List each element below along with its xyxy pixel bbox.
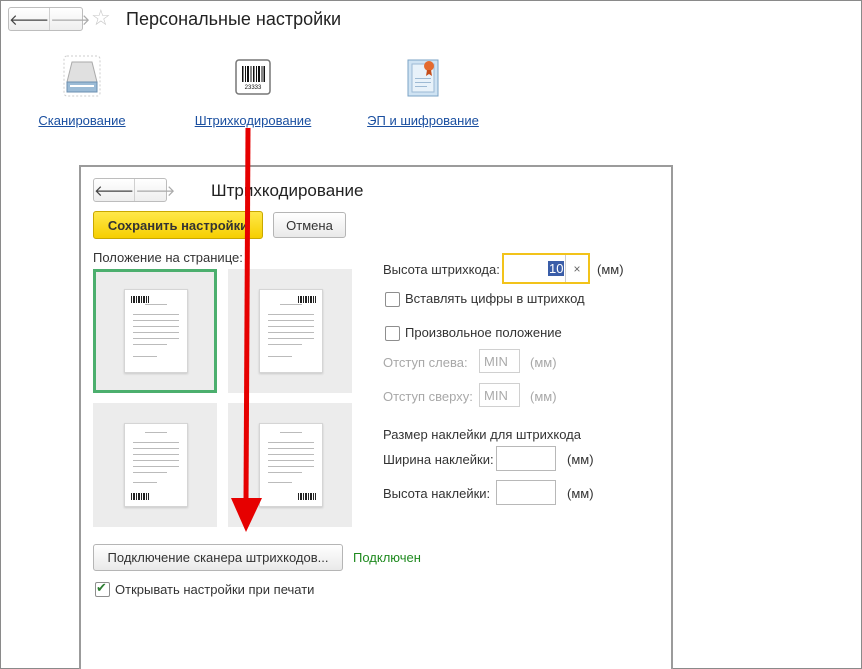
favorite-star-icon[interactable]: ☆	[91, 5, 111, 31]
insert-digits-label[interactable]: Вставлять цифры в штрихкод	[405, 291, 585, 306]
sticker-size-label: Размер наклейки для штрихкода	[383, 427, 581, 442]
window-title: Персональные настройки	[126, 9, 342, 29]
barcode-height-value: 10	[548, 261, 565, 276]
position-bottom-right[interactable]	[228, 403, 352, 527]
sticker-width-input[interactable]	[496, 446, 556, 471]
clear-icon[interactable]: ×	[565, 255, 588, 282]
cancel-button[interactable]: Отмена	[273, 212, 346, 238]
save-settings-button[interactable]: Сохранить настройки	[93, 211, 263, 239]
offset-top-input[interactable]: MIN	[479, 383, 520, 407]
barcode-icon: 23333	[235, 59, 271, 95]
free-position-checkbox[interactable]	[385, 326, 400, 341]
unit-mm-label: (мм)	[597, 262, 624, 277]
page-preview	[259, 289, 323, 373]
tile-scanning[interactable]: Сканирование	[12, 54, 152, 128]
position-top-left[interactable]	[93, 269, 217, 393]
barcode-icon-text: 23333	[245, 85, 262, 91]
dialog-title: Штрихкодирование	[211, 181, 364, 200]
sticker-width-label: Ширина наклейки:	[383, 452, 494, 467]
offset-left-input[interactable]: MIN	[479, 349, 520, 373]
sticker-height-input[interactable]	[496, 480, 556, 505]
forward-icon[interactable]: 🡒	[49, 8, 90, 30]
insert-digits-checkbox[interactable]	[385, 292, 400, 307]
tile-signature[interactable]: ЭП и шифрование	[353, 54, 493, 128]
barcode-height-input[interactable]: 10 ×	[502, 253, 590, 284]
tile-barcoding-link[interactable]: Штрихкодирование	[183, 113, 323, 128]
tile-signature-link[interactable]: ЭП и шифрование	[353, 113, 493, 128]
back-icon[interactable]: 🡐	[94, 179, 134, 201]
back-icon[interactable]: 🡐	[9, 8, 49, 30]
open-on-print-label[interactable]: Открывать настройки при печати	[115, 582, 314, 597]
position-label: Положение на странице:	[93, 250, 243, 265]
scanner-icon	[63, 55, 101, 97]
barcode-height-label: Высота штрихкода:	[383, 262, 500, 277]
dialog-nav-buttons: 🡐 🡒	[93, 178, 175, 202]
unit-mm-label: (мм)	[567, 452, 594, 467]
free-position-label[interactable]: Произвольное положение	[405, 325, 562, 340]
tile-scanning-link[interactable]: Сканирование	[12, 113, 152, 128]
offset-top-label: Отступ сверху:	[383, 389, 473, 404]
certificate-icon	[407, 59, 439, 97]
forward-icon[interactable]: 🡒	[134, 179, 175, 201]
nav-buttons: 🡐 🡒	[8, 7, 90, 31]
barcode-settings-dialog: 🡐 🡒 Штрихкодирование Сохранить настройки…	[79, 165, 673, 669]
unit-mm-label: (мм)	[530, 389, 557, 404]
scanner-connect-button[interactable]: Подключение сканера штрихкодов...	[93, 544, 343, 571]
tile-barcoding[interactable]: 23333 Штрихкодирование	[183, 54, 323, 128]
open-on-print-checkbox[interactable]	[95, 580, 110, 597]
page-preview	[124, 289, 188, 373]
scanner-status: Подключен	[353, 550, 421, 565]
position-top-right[interactable]	[228, 269, 352, 393]
page-preview	[259, 423, 323, 507]
sticker-height-label: Высота наклейки:	[383, 486, 491, 501]
offset-left-label: Отступ слева:	[383, 355, 468, 370]
position-bottom-left[interactable]	[93, 403, 217, 527]
unit-mm-label: (мм)	[567, 486, 594, 501]
page-preview	[124, 423, 188, 507]
unit-mm-label: (мм)	[530, 355, 557, 370]
